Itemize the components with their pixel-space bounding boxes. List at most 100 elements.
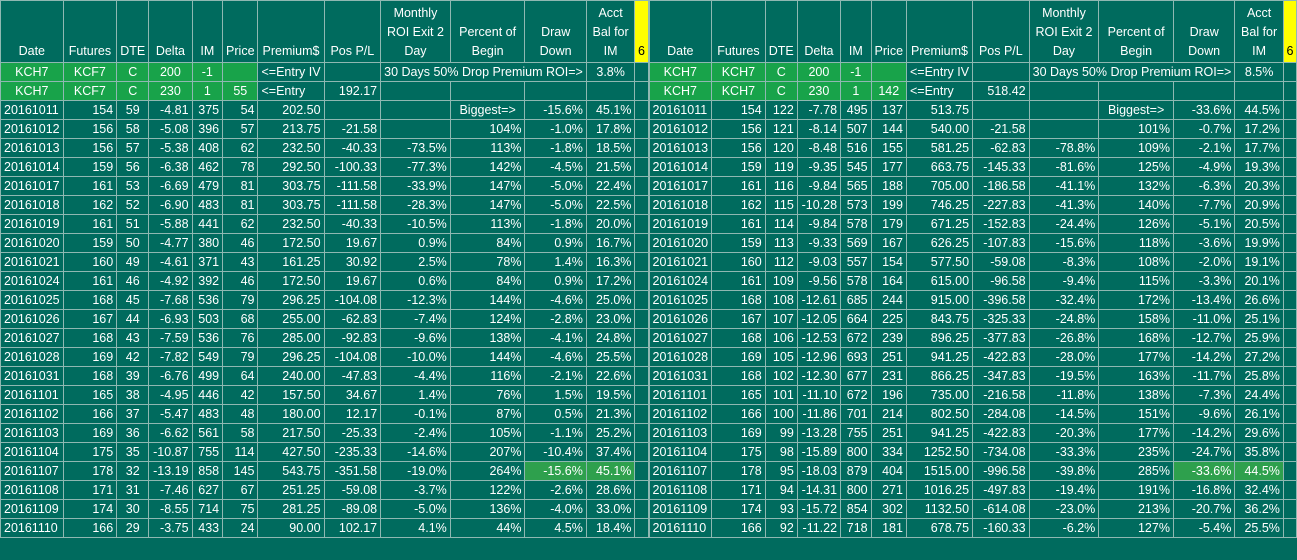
cell-dte[interactable]: 92 xyxy=(764,518,798,538)
cell-acct-bal[interactable]: 17.8% xyxy=(585,119,636,139)
cell-date[interactable]: 20161031 xyxy=(0,366,64,386)
cell-date[interactable]: 20161019 xyxy=(648,214,713,234)
cell-price[interactable]: 154 xyxy=(870,252,907,272)
cell-dte[interactable]: 119 xyxy=(764,157,798,177)
cell-pos-pl[interactable]: -497.83 xyxy=(972,480,1030,500)
cell-percent-of-begin[interactable]: 172% xyxy=(1098,290,1174,310)
header-acct-bal[interactable]: Acct Bal for IM xyxy=(1234,0,1284,63)
setup-cell-acct-bal[interactable]: 3.8% xyxy=(585,62,636,82)
cell-delta[interactable]: -9.03 xyxy=(796,252,842,272)
cell-date[interactable]: 20161102 xyxy=(648,404,713,424)
cell-percent-of-begin[interactable]: 136% xyxy=(449,499,526,519)
cell-monthly-roi[interactable]: -23.0% xyxy=(1028,499,1100,519)
cell-marker[interactable] xyxy=(1282,518,1297,538)
cell-date[interactable]: 20161109 xyxy=(0,499,64,519)
cell-premium[interactable]: 615.00 xyxy=(905,271,974,291)
cell-acct-bal[interactable]: 23.0% xyxy=(585,309,636,329)
cell-dte[interactable]: 115 xyxy=(764,195,798,215)
cell-delta[interactable]: -4.77 xyxy=(148,233,193,253)
cell-pos-pl[interactable]: -40.33 xyxy=(323,138,382,158)
cell-premium[interactable]: 172.50 xyxy=(257,271,325,291)
cell-monthly-roi[interactable]: -39.8% xyxy=(1028,461,1100,481)
cell-date[interactable]: 20161011 xyxy=(0,100,64,120)
cell-premium[interactable]: 581.25 xyxy=(905,138,974,158)
cell-monthly-roi[interactable]: -0.1% xyxy=(380,404,451,424)
cell-acct-bal[interactable]: 18.5% xyxy=(585,138,636,158)
cell-dte[interactable]: 107 xyxy=(764,309,798,329)
cell-price[interactable]: 79 xyxy=(222,347,259,367)
cell-delta[interactable]: -4.92 xyxy=(148,271,193,291)
cell-pos-pl[interactable]: -216.58 xyxy=(972,385,1030,405)
cell-premium[interactable]: 941.25 xyxy=(905,347,974,367)
cell-pos-pl[interactable] xyxy=(323,100,382,120)
cell-premium[interactable]: 303.75 xyxy=(257,176,325,196)
cell-dte[interactable]: 45 xyxy=(116,290,150,310)
cell-marker[interactable] xyxy=(634,480,649,500)
setup-cell-im[interactable]: -1 xyxy=(191,62,224,82)
cell-pos-pl[interactable]: -235.33 xyxy=(323,442,382,462)
header-marker[interactable]: 6 xyxy=(634,0,649,63)
cell-premium[interactable]: 213.75 xyxy=(257,119,325,139)
cell-pos-pl[interactable]: -96.58 xyxy=(972,271,1030,291)
cell-im[interactable]: 755 xyxy=(191,442,224,462)
cell-percent-of-begin[interactable]: 138% xyxy=(1098,385,1174,405)
cell-premium[interactable]: 577.50 xyxy=(905,252,974,272)
cell-acct-bal[interactable]: 16.7% xyxy=(585,233,636,253)
cell-futures[interactable]: 168 xyxy=(62,366,118,386)
cell-acct-bal[interactable]: 28.6% xyxy=(585,480,636,500)
cell-pos-pl[interactable]: -107.83 xyxy=(972,233,1030,253)
cell-im[interactable]: 755 xyxy=(840,423,872,443)
cell-futures[interactable]: 166 xyxy=(711,404,766,424)
cell-futures[interactable]: 178 xyxy=(711,461,766,481)
cell-marker[interactable] xyxy=(634,518,649,538)
cell-price[interactable]: 64 xyxy=(222,366,259,386)
cell-percent-of-begin[interactable]: 115% xyxy=(1098,271,1174,291)
setup-cell-pos-pl[interactable]: 518.42 xyxy=(972,81,1030,101)
cell-futures[interactable]: 171 xyxy=(62,480,118,500)
setup-cell-futures[interactable]: KCH7 xyxy=(711,81,766,101)
cell-pos-pl[interactable]: -62.83 xyxy=(323,309,382,329)
cell-acct-bal[interactable]: 17.2% xyxy=(1234,119,1284,139)
cell-futures[interactable]: 175 xyxy=(62,442,118,462)
setup-cell-dte[interactable]: C xyxy=(116,81,150,101)
cell-monthly-roi[interactable]: -20.3% xyxy=(1028,423,1100,443)
cell-premium[interactable]: 843.75 xyxy=(905,309,974,329)
cell-futures[interactable]: 169 xyxy=(62,347,118,367)
cell-delta[interactable]: -7.59 xyxy=(148,328,193,348)
cell-draw-down[interactable]: -12.7% xyxy=(1172,328,1236,348)
cell-monthly-roi[interactable]: -19.5% xyxy=(1028,366,1100,386)
cell-marker[interactable] xyxy=(634,309,649,329)
cell-percent-of-begin[interactable]: 109% xyxy=(1098,138,1174,158)
cell-date[interactable]: 20161102 xyxy=(0,404,64,424)
cell-dte[interactable]: 31 xyxy=(116,480,150,500)
header-marker[interactable]: 6 xyxy=(1282,0,1297,63)
setup-cell-marker[interactable] xyxy=(634,81,649,101)
cell-premium[interactable]: 896.25 xyxy=(905,328,974,348)
cell-price[interactable]: 179 xyxy=(870,214,907,234)
cell-pos-pl[interactable] xyxy=(972,100,1030,120)
setup-cell-futures[interactable]: KCH7 xyxy=(711,62,766,82)
cell-date[interactable]: 20161028 xyxy=(0,347,64,367)
cell-percent-of-begin[interactable]: 132% xyxy=(1098,176,1174,196)
cell-draw-down[interactable]: -5.4% xyxy=(1172,518,1236,538)
cell-marker[interactable] xyxy=(634,328,649,348)
cell-percent-of-begin[interactable]: 158% xyxy=(1098,309,1174,329)
cell-im[interactable]: 479 xyxy=(191,176,224,196)
cell-acct-bal[interactable]: 25.8% xyxy=(1234,366,1284,386)
setup-cell-price[interactable] xyxy=(222,62,259,82)
cell-futures[interactable]: 171 xyxy=(711,480,766,500)
cell-monthly-roi[interactable]: 0.9% xyxy=(380,233,451,253)
cell-date[interactable]: 20161110 xyxy=(648,518,713,538)
cell-monthly-roi[interactable]: -24.8% xyxy=(1028,309,1100,329)
cell-price[interactable]: 54 xyxy=(222,100,259,120)
cell-draw-down[interactable]: -1.8% xyxy=(524,138,587,158)
cell-marker[interactable] xyxy=(634,461,649,481)
cell-date[interactable]: 20161101 xyxy=(0,385,64,405)
cell-pos-pl[interactable]: -59.08 xyxy=(972,252,1030,272)
cell-percent-of-begin[interactable]: 285% xyxy=(1098,461,1174,481)
cell-draw-down[interactable]: -5.1% xyxy=(1172,214,1236,234)
cell-premium[interactable]: 172.50 xyxy=(257,233,325,253)
cell-futures[interactable]: 169 xyxy=(711,347,766,367)
cell-price[interactable]: 196 xyxy=(870,385,907,405)
cell-draw-down[interactable]: -2.8% xyxy=(524,309,587,329)
